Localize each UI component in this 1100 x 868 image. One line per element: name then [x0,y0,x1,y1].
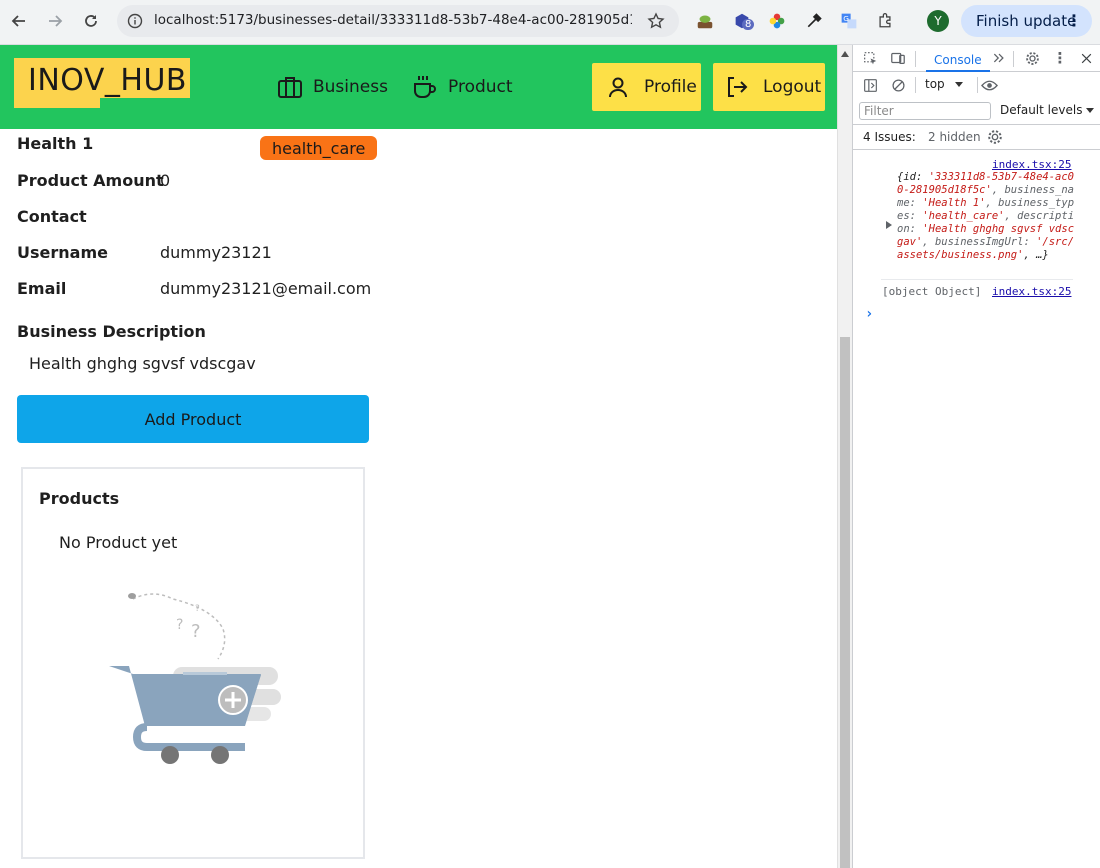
log-token: 'health_care' [922,210,1005,222]
console-toolbar: top Filter Default levels [853,72,1100,125]
url-text[interactable]: localhost:5173/businesses-detail/333311d… [154,12,632,28]
log-source-link[interactable]: index.tsx:25 [992,158,1071,171]
more-vertical-icon: ⋮ [1066,11,1082,30]
extension-badge-icon[interactable]: 8 [731,10,755,32]
clear-console-icon[interactable] [889,76,907,94]
profile-button-label: Profile [644,77,697,97]
arrow-right-icon [49,15,63,27]
products-panel: Products No Product yet ? ? ? [21,467,365,859]
bookmark-star-icon[interactable] [647,12,665,30]
extensions-puzzle-icon[interactable] [874,10,896,32]
scrollbar-thumb[interactable] [840,337,850,868]
issues-count[interactable]: 4 Issues: [863,130,916,144]
live-expression-eye-icon[interactable] [980,76,998,94]
detail-label: Email [17,279,67,298]
empty-products-text: No Product yet [59,533,178,552]
hidden-issues-count: 2 hidden [928,130,981,144]
chevron-down-icon [954,81,963,87]
extension-count-badge: 8 [742,19,755,30]
detail-label: Product Amount [17,171,164,190]
detail-value: dummy23121@email.com [160,279,372,298]
app-navbar: INOV_HUB Business Product Profile Logout [0,45,837,129]
nav-link-business-label: Business [313,77,388,97]
logout-button-label: Logout [763,77,822,97]
page-scrollbar[interactable] [837,45,852,868]
log-token: , businessImgUrl: [922,236,1037,248]
detail-label: Contact [17,207,87,226]
forward-button[interactable] [43,8,67,34]
svg-text:?: ? [195,604,200,614]
extension-color-wheel-icon[interactable] [766,10,788,32]
svg-text:?: ? [176,617,183,633]
translate-icon[interactable]: G [838,10,860,32]
log-divider [881,279,1073,280]
reload-button[interactable] [79,8,103,34]
logout-button[interactable]: Logout [713,63,825,111]
detail-value: dummy23121 [160,243,272,262]
user-icon [609,77,627,98]
logout-icon [728,77,748,97]
address-bar[interactable]: localhost:5173/businesses-detail/333311d… [117,5,679,37]
console-prompt[interactable]: › [865,306,873,322]
svg-text:?: ? [191,621,201,642]
extension-plant-icon[interactable] [694,10,716,32]
finish-update-button[interactable]: Finish update ⋮ [961,5,1092,37]
nav-link-product-label: Product [448,77,513,97]
more-tabs-chevron-icon[interactable] [990,49,1008,67]
log-source-link[interactable]: index.tsx:25 [992,285,1071,298]
log-levels-dropdown[interactable]: Default levels [1000,103,1095,117]
profile-button[interactable]: Profile [592,63,701,111]
add-product-button[interactable]: Add Product [17,395,369,443]
inspect-element-icon[interactable] [861,49,879,67]
expand-triangle-icon[interactable] [886,221,892,229]
web-page: INOV_HUB Business Product Profile Logout… [0,45,837,868]
devtools-panel: Console ⋮ top Filter Default levels 4 Is… [852,45,1100,868]
log-token: 'Health 1' [922,197,986,209]
log-object-string: [object Object] [882,285,982,298]
settings-gear-icon[interactable] [1023,49,1041,67]
log-object-preview[interactable]: {id: '333311d8-53b7-48e4-ac00-281905d18f… [897,171,1079,262]
app-logo[interactable]: INOV_HUB [14,58,190,108]
more-vertical-icon[interactable]: ⋮ [1051,49,1069,67]
log-token: {id: [897,171,929,183]
site-info-icon[interactable] [127,13,143,29]
issues-settings-gear-icon[interactable] [987,129,1003,145]
briefcase-icon [278,77,302,98]
detail-value: 0 [160,171,171,190]
logo-text: INOV_HUB [28,63,187,98]
context-selector-label: top [925,77,945,91]
device-toolbar-icon[interactable] [889,49,907,67]
coffee-cup-icon [414,76,436,98]
tab-console[interactable]: Console [926,49,990,72]
issues-bar[interactable]: 4 Issues: 2 hidden [853,125,1100,150]
finish-update-label: Finish update [976,12,1077,30]
close-icon[interactable] [1077,49,1095,67]
products-title: Products [39,489,120,508]
reload-icon [85,15,97,27]
arrow-left-icon [11,15,25,27]
browser-toolbar: localhost:5173/businesses-detail/333311d… [0,0,1100,45]
nav-link-product[interactable]: Product [412,74,513,100]
svg-text:G: G [843,14,849,23]
eyedropper-icon[interactable] [803,10,825,32]
detail-label: Username [17,243,108,262]
scroll-up-arrow-icon[interactable] [841,51,849,57]
description-text: Health ghghg sgvsf vdscgav [29,354,256,373]
description-title: Business Description [17,322,206,341]
context-selector[interactable]: top [925,77,963,91]
empty-cart-illustration: ? ? ? [109,593,281,764]
log-token: , …} [1023,249,1049,261]
business-name: Health 1 [17,134,94,153]
back-button[interactable] [7,8,31,34]
chevron-down-icon [1086,107,1095,113]
business-type-tag: health_care [260,136,378,160]
console-filter-input[interactable]: Filter [859,102,991,120]
nav-link-business[interactable]: Business [277,74,388,100]
sidebar-toggle-icon[interactable] [861,76,879,94]
devtools-tab-bar: Console ⋮ [853,45,1100,72]
log-levels-label: Default levels [1000,103,1083,117]
profile-avatar[interactable]: Y [927,10,949,32]
